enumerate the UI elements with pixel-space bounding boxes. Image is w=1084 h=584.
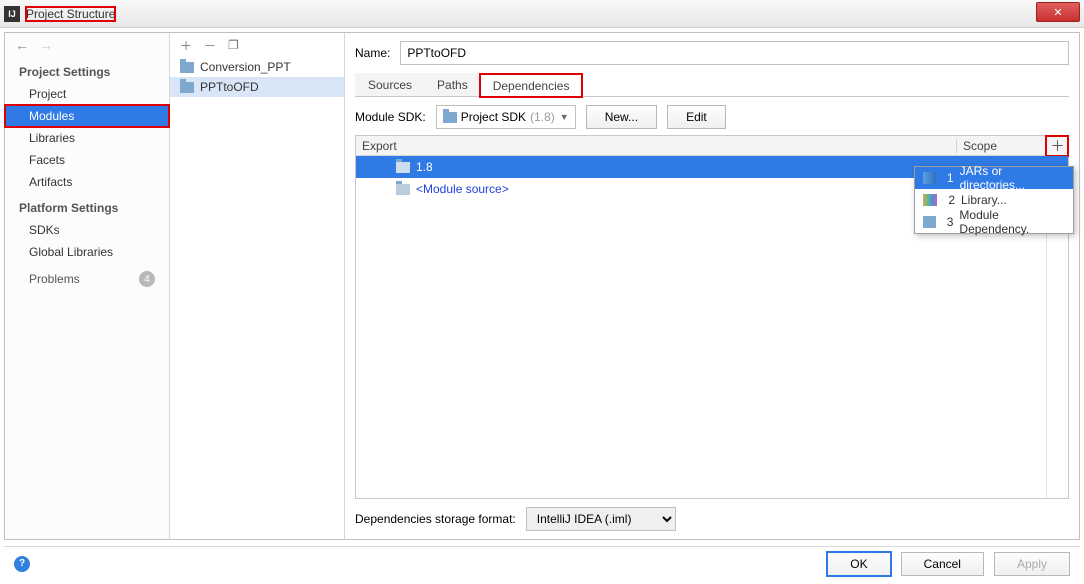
problems-badge: 4 <box>139 271 155 287</box>
module-sdk-dropdown[interactable]: Project SDK (1.8) ▼ <box>436 105 576 129</box>
sidebar-section-platform: Platform Settings <box>5 193 169 219</box>
module-label: PPTtoOFD <box>200 80 259 94</box>
help-icon[interactable]: ? <box>14 556 30 572</box>
new-sdk-button[interactable]: New... <box>586 105 657 129</box>
sidebar-item-artifacts[interactable]: Artifacts <box>5 171 169 193</box>
sidebar-item-facets[interactable]: Facets <box>5 149 169 171</box>
popup-jars[interactable]: 1 JARs or directories... <box>915 167 1073 189</box>
folder-icon <box>443 112 457 123</box>
sidebar-item-project[interactable]: Project <box>5 83 169 105</box>
popup-index: 2 <box>943 193 955 207</box>
add-dependency-popup: 1 JARs or directories... 2 Library... 3 … <box>914 166 1074 234</box>
popup-label: JARs or directories... <box>960 164 1065 192</box>
module-list: ＋ － ❐ Conversion_PPT PPTtoOFD <box>170 33 345 539</box>
scope-column-header: Scope <box>956 139 1046 153</box>
sidebar: ← → Project Settings Project Modules Lib… <box>5 33 170 539</box>
module-label: Conversion_PPT <box>200 60 291 74</box>
folder-icon <box>396 184 410 195</box>
sdk-value: Project SDK <box>461 110 526 124</box>
name-label: Name: <box>355 46 390 60</box>
title-bar: IJ Project Structure ✕ <box>0 0 1084 28</box>
tab-paths[interactable]: Paths <box>424 73 481 96</box>
module-item-ppttoofd[interactable]: PPTtoOFD <box>170 77 344 97</box>
dependency-label: 1.8 <box>416 160 433 174</box>
copy-module-icon[interactable]: ❐ <box>228 38 239 52</box>
module-sdk-label: Module SDK: <box>355 110 426 124</box>
module-item-conversion[interactable]: Conversion_PPT <box>170 57 344 77</box>
add-dependency-button[interactable]: ＋ <box>1046 136 1068 156</box>
problems-label: Problems <box>29 272 80 286</box>
sidebar-item-modules[interactable]: Modules <box>5 105 169 127</box>
dependency-label: <Module source> <box>416 182 509 196</box>
popup-index: 3 <box>942 215 953 229</box>
folder-icon <box>396 162 410 173</box>
popup-index: 1 <box>942 171 953 185</box>
add-module-icon[interactable]: ＋ <box>180 37 192 54</box>
tab-sources[interactable]: Sources <box>355 73 425 96</box>
sidebar-item-problems[interactable]: Problems 4 <box>5 263 169 291</box>
sidebar-item-sdks[interactable]: SDKs <box>5 219 169 241</box>
nav-back-icon[interactable]: ← <box>15 37 29 53</box>
folder-icon <box>180 62 194 73</box>
close-button[interactable]: ✕ <box>1036 2 1080 22</box>
main-panel: Name: Sources Paths Dependencies Module … <box>345 33 1079 539</box>
popup-label: Module Dependency. <box>959 208 1065 236</box>
name-input[interactable] <box>400 41 1069 65</box>
tabs: Sources Paths Dependencies <box>355 73 1069 97</box>
dialog-body: ← → Project Settings Project Modules Lib… <box>4 32 1080 540</box>
window-title: Project Structure <box>26 7 115 21</box>
nav-forward-icon[interactable]: → <box>39 37 53 53</box>
sidebar-section-project: Project Settings <box>5 57 169 83</box>
sidebar-item-global-libraries[interactable]: Global Libraries <box>5 241 169 263</box>
tab-dependencies[interactable]: Dependencies <box>480 74 583 97</box>
storage-format-select[interactable]: IntelliJ IDEA (.iml) <box>526 507 676 531</box>
export-column-header: Export <box>356 139 956 153</box>
ok-button[interactable]: OK <box>827 552 890 576</box>
edit-sdk-button[interactable]: Edit <box>667 105 726 129</box>
sdk-version: (1.8) <box>530 110 555 124</box>
apply-button[interactable]: Apply <box>994 552 1070 576</box>
module-icon <box>923 216 936 228</box>
app-icon: IJ <box>4 6 20 22</box>
chevron-down-icon: ▼ <box>560 112 569 122</box>
storage-format-label: Dependencies storage format: <box>355 512 516 526</box>
dialog-footer: ? OK Cancel Apply <box>4 546 1080 580</box>
cancel-button[interactable]: Cancel <box>901 552 984 576</box>
library-icon <box>923 194 937 206</box>
popup-label: Library... <box>961 193 1007 207</box>
sidebar-item-libraries[interactable]: Libraries <box>5 127 169 149</box>
folder-icon <box>180 82 194 93</box>
jar-icon <box>923 172 936 184</box>
popup-module-dep[interactable]: 3 Module Dependency. <box>915 211 1073 233</box>
remove-module-icon[interactable]: － <box>204 37 216 54</box>
